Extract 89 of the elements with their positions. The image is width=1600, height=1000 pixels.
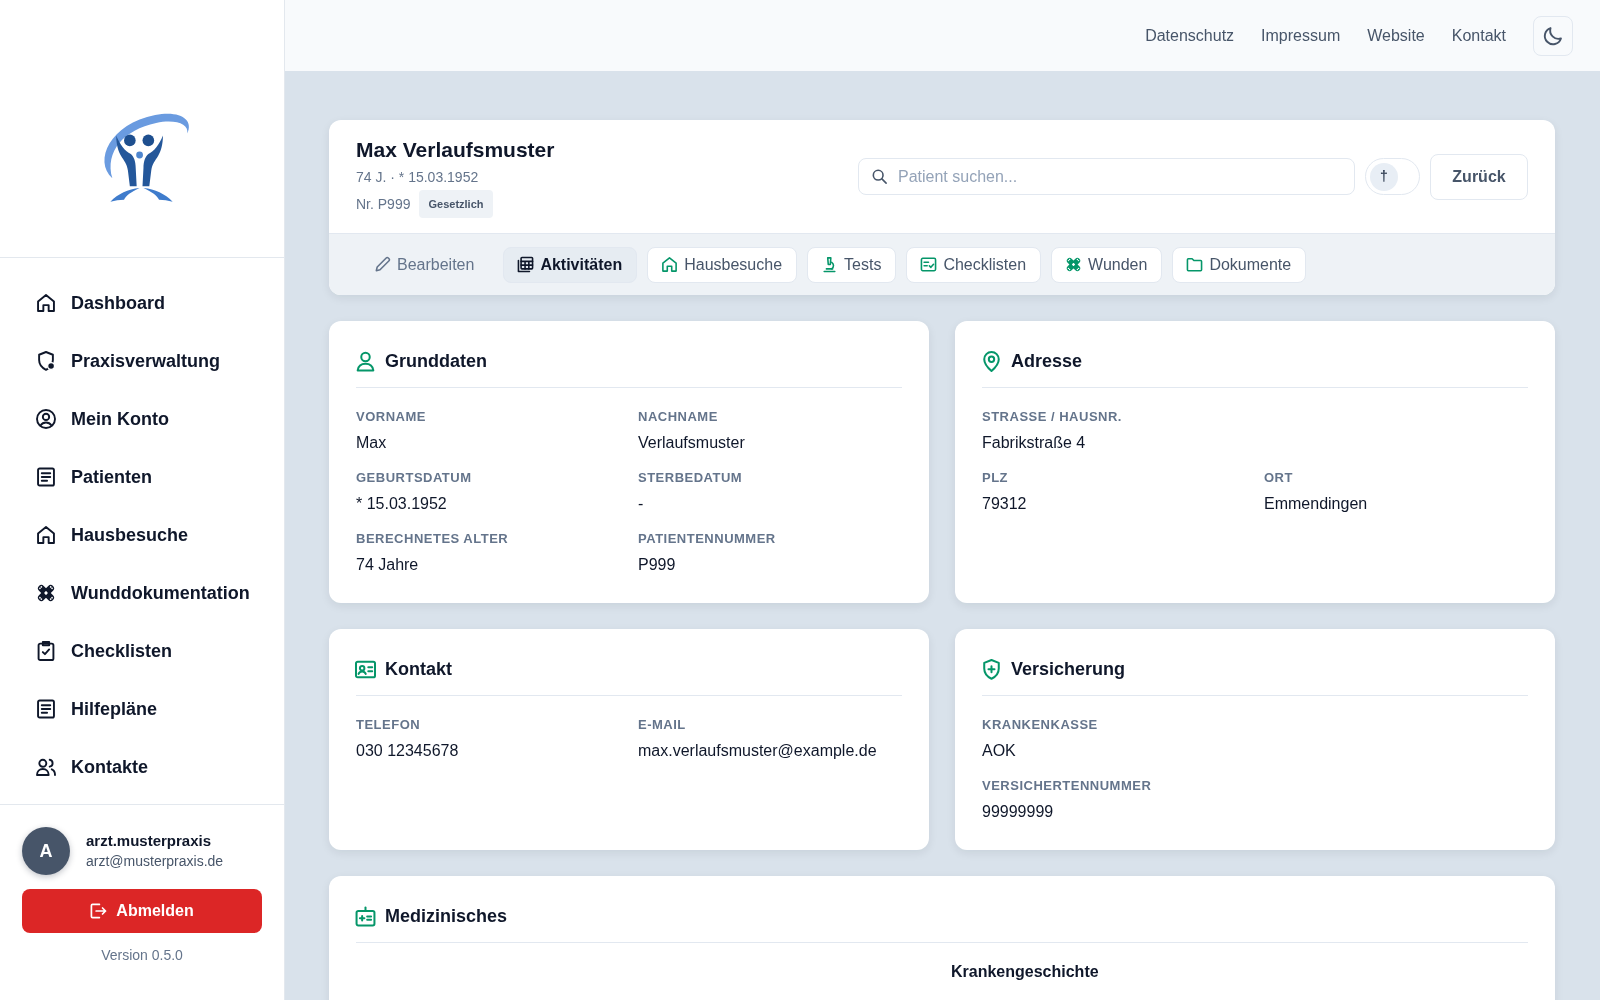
field-value: 99999999 bbox=[982, 802, 1055, 822]
field-label: ORT bbox=[1264, 469, 1294, 487]
house-icon bbox=[37, 294, 55, 312]
field-value: 030 12345678 bbox=[356, 741, 460, 761]
logout-button[interactable]: Abmelden bbox=[22, 889, 262, 933]
moon-icon bbox=[1544, 26, 1562, 45]
document-icon bbox=[37, 468, 55, 486]
insurance-badge: Gesetzlich bbox=[419, 189, 493, 218]
sidebar-item[interactable]: Hilfepläne bbox=[12, 680, 272, 738]
shield-plus-icon bbox=[982, 659, 1001, 679]
tab[interactable]: Checklisten bbox=[906, 246, 1042, 283]
field-value: Verlaufsmuster bbox=[638, 433, 746, 453]
tab[interactable]: Hausbesuche bbox=[647, 246, 798, 283]
bandage-icon bbox=[37, 584, 55, 602]
field-label: TELEFON bbox=[356, 716, 422, 734]
tab[interactable]: Aktivitäten bbox=[503, 246, 638, 283]
sidebar-item[interactable]: Mein Konto bbox=[12, 390, 272, 448]
field-label: BERECHNETES ALTER bbox=[356, 530, 510, 548]
clipboard-check-icon bbox=[37, 642, 55, 660]
avatar: A bbox=[22, 827, 70, 875]
field-value: 74 Jahre bbox=[356, 555, 420, 575]
card-title: Medizinisches bbox=[385, 905, 508, 928]
house-icon bbox=[662, 257, 678, 272]
field-label: E-MAIL bbox=[638, 716, 687, 734]
id-card-icon bbox=[356, 659, 375, 679]
top-nav-link[interactable]: Impressum bbox=[1261, 23, 1341, 48]
top-nav-link[interactable]: Datenschutz bbox=[1145, 23, 1235, 48]
field-label: PLZ bbox=[982, 469, 1010, 487]
sidebar-item[interactable]: Praxisverwaltung bbox=[12, 332, 272, 390]
sidebar-item[interactable]: Kontakte bbox=[12, 738, 272, 796]
field-value: AOK bbox=[982, 741, 1017, 761]
sidebar-item[interactable]: Patienten bbox=[12, 448, 272, 506]
user-circle-icon bbox=[37, 410, 55, 428]
field-value: Fabrikstraße 4 bbox=[982, 433, 1087, 453]
document-icon bbox=[37, 700, 55, 718]
house-icon bbox=[37, 526, 55, 544]
top-nav-link[interactable]: Website bbox=[1367, 23, 1425, 48]
field-label: PATIENTENNUMMER bbox=[638, 530, 777, 548]
field-value: max.verlaufsmuster@example.de bbox=[638, 741, 878, 761]
field-label: NACHNAME bbox=[638, 408, 719, 426]
card-title: Versicherung bbox=[1011, 658, 1126, 681]
card-title: Grunddaten bbox=[385, 350, 487, 373]
sidebar-item[interactable]: Hausbesuche bbox=[12, 506, 272, 564]
card-title: Kontakt bbox=[385, 658, 452, 681]
sidebar-item[interactable]: Checklisten bbox=[12, 622, 272, 680]
section-subheading: Krankengeschichte bbox=[951, 962, 1100, 982]
theme-toggle-button[interactable] bbox=[1533, 15, 1573, 56]
bandage-icon bbox=[1066, 257, 1082, 272]
logout-icon bbox=[90, 903, 107, 919]
field-value: Emmendingen bbox=[1264, 494, 1369, 514]
sidebar-item[interactable]: Dashboard bbox=[12, 274, 272, 332]
version-text: Version 0.5.0 bbox=[100, 946, 184, 965]
field-label: STERBEDATUM bbox=[638, 469, 744, 487]
user-email: arzt@musterpraxis.de bbox=[86, 852, 224, 871]
map-pin-icon bbox=[982, 351, 1001, 371]
edit-button[interactable]: Bearbeiten bbox=[356, 246, 494, 283]
field-value: P999 bbox=[638, 555, 677, 575]
person-icon bbox=[356, 351, 375, 371]
table-icon bbox=[518, 257, 534, 272]
card-title: Adresse bbox=[1011, 350, 1083, 373]
tab[interactable]: Wunden bbox=[1051, 246, 1163, 283]
field-label: VORNAME bbox=[356, 408, 427, 426]
field-label: STRASSE / HAUSNR. bbox=[982, 408, 1123, 426]
field-value: Max bbox=[356, 433, 388, 453]
top-nav-link[interactable]: Kontakt bbox=[1451, 23, 1506, 48]
field-label: GEBURTSDATUM bbox=[356, 469, 473, 487]
users-icon bbox=[37, 758, 55, 776]
patient-age-birthdate: 74 J. · * 15.03.1952 bbox=[356, 167, 480, 187]
sidebar-item[interactable]: Wunddokumentation bbox=[12, 564, 272, 622]
search-icon bbox=[872, 169, 887, 184]
field-value: * 15.03.1952 bbox=[356, 494, 448, 514]
shield-icon bbox=[37, 352, 55, 370]
medical-case-icon bbox=[356, 906, 375, 926]
checklist-icon bbox=[921, 257, 937, 272]
toggle-switch[interactable]: † bbox=[1365, 158, 1420, 195]
tab[interactable]: Dokumente bbox=[1172, 246, 1307, 283]
search-field[interactable]: Patient suchen... bbox=[858, 158, 1355, 195]
field-label: KRANKENKASSE bbox=[982, 716, 1099, 734]
back-button[interactable]: Zurück bbox=[1430, 153, 1528, 200]
patient-name: Max Verlaufsmuster bbox=[356, 136, 555, 163]
microscope-icon bbox=[822, 257, 838, 272]
pencil-icon bbox=[375, 257, 390, 272]
patient-number: Nr. P999 bbox=[356, 194, 411, 214]
field-label: VERSICHERTENNUMMER bbox=[982, 777, 1153, 795]
username: arzt.musterpraxis bbox=[86, 831, 213, 851]
tab[interactable]: Tests bbox=[807, 246, 897, 283]
folder-icon bbox=[1187, 257, 1203, 272]
field-value: 79312 bbox=[982, 494, 1028, 514]
field-value: - bbox=[638, 494, 645, 514]
